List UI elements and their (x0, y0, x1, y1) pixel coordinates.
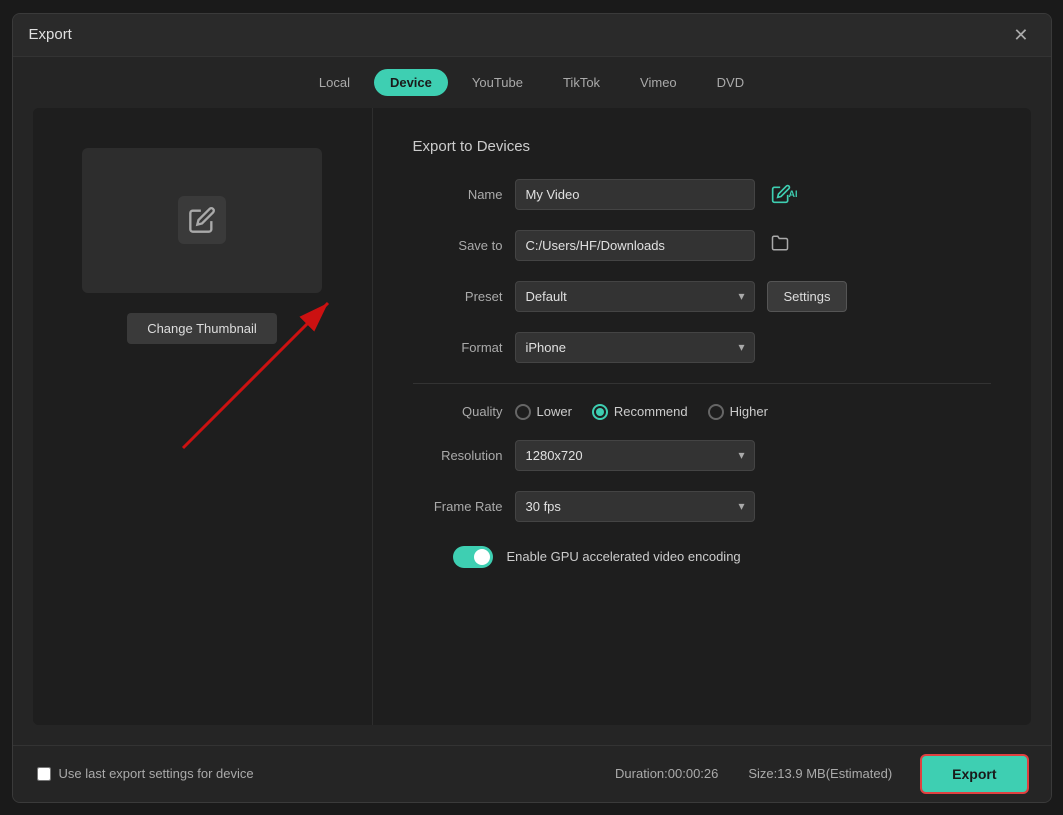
frame-rate-select[interactable]: 30 fps (515, 491, 755, 522)
name-label: Name (413, 187, 503, 202)
frame-rate-row: Frame Rate 30 fps (413, 491, 991, 522)
dialog-overlay: Export ✕ Local Device YouTube TikTok Vim… (0, 0, 1063, 815)
ai-button[interactable]: AI (767, 180, 802, 208)
divider (413, 383, 991, 384)
format-label: Format (413, 340, 503, 355)
last-settings-row: Use last export settings for device (37, 766, 254, 781)
format-row: Format iPhone (413, 332, 991, 363)
tab-youtube[interactable]: YouTube (456, 69, 539, 96)
settings-button[interactable]: Settings (767, 281, 848, 312)
thumbnail-preview (82, 148, 322, 293)
last-settings-label: Use last export settings for device (59, 766, 254, 781)
save-to-input[interactable] (515, 230, 755, 261)
tab-vimeo[interactable]: Vimeo (624, 69, 693, 96)
gpu-toggle[interactable] (453, 546, 493, 568)
resolution-label: Resolution (413, 448, 503, 463)
quality-options: Lower Recommend Higher (515, 404, 768, 420)
close-button[interactable]: ✕ (1007, 24, 1034, 46)
resolution-select-wrapper: 1280x720 (515, 440, 755, 471)
quality-higher-radio[interactable] (708, 404, 724, 420)
gpu-row: Enable GPU accelerated video encoding (453, 546, 991, 568)
title-bar: Export ✕ (13, 14, 1051, 57)
quality-recommend-option[interactable]: Recommend (592, 404, 688, 420)
tab-bar: Local Device YouTube TikTok Vimeo DVD (13, 57, 1051, 108)
quality-row: Quality Lower Recommend Higher (413, 404, 991, 420)
quality-label: Quality (413, 404, 503, 419)
section-title: Export to Devices (413, 138, 991, 155)
resolution-select[interactable]: 1280x720 (515, 440, 755, 471)
main-content: Change Thumbnail Export to Devices Name (33, 108, 1031, 725)
tab-tiktok[interactable]: TikTok (547, 69, 616, 96)
quality-recommend-radio[interactable] (592, 404, 608, 420)
browse-folder-button[interactable] (767, 230, 793, 261)
last-settings-checkbox[interactable] (37, 767, 51, 781)
left-panel: Change Thumbnail (33, 108, 373, 725)
tab-device[interactable]: Device (374, 69, 448, 96)
dialog-title: Export (29, 26, 72, 43)
resolution-row: Resolution 1280x720 (413, 440, 991, 471)
preset-select-wrapper: Default (515, 281, 755, 312)
export-button[interactable]: Export (922, 756, 1026, 792)
preset-row: Preset Default Settings (413, 281, 991, 312)
size-text: Size:13.9 MB(Estimated) (748, 766, 892, 781)
change-thumbnail-button[interactable]: Change Thumbnail (127, 313, 277, 344)
tab-dvd[interactable]: DVD (701, 69, 760, 96)
gpu-label: Enable GPU accelerated video encoding (507, 549, 741, 564)
preset-select[interactable]: Default (515, 281, 755, 312)
right-panel: Export to Devices Name AI Save t (373, 108, 1031, 725)
quality-higher-label: Higher (730, 404, 768, 419)
duration-text: Duration:00:00:26 (615, 766, 718, 781)
name-input[interactable] (515, 179, 755, 210)
format-select-wrapper: iPhone (515, 332, 755, 363)
tab-local[interactable]: Local (303, 69, 366, 96)
preset-label: Preset (413, 289, 503, 304)
thumbnail-icon (178, 196, 226, 244)
bottom-bar: Use last export settings for device Dura… (13, 745, 1051, 802)
quality-lower-label: Lower (537, 404, 572, 419)
save-to-label: Save to (413, 238, 503, 253)
name-row: Name AI (413, 179, 991, 210)
export-dialog: Export ✕ Local Device YouTube TikTok Vim… (12, 13, 1052, 803)
frame-rate-label: Frame Rate (413, 499, 503, 514)
quality-recommend-label: Recommend (614, 404, 688, 419)
quality-lower-option[interactable]: Lower (515, 404, 572, 420)
save-to-row: Save to (413, 230, 991, 261)
format-select[interactable]: iPhone (515, 332, 755, 363)
file-info: Duration:00:00:26 Size:13.9 MB(Estimated… (615, 756, 1026, 792)
quality-higher-option[interactable]: Higher (708, 404, 768, 420)
quality-lower-radio[interactable] (515, 404, 531, 420)
frame-rate-select-wrapper: 30 fps (515, 491, 755, 522)
